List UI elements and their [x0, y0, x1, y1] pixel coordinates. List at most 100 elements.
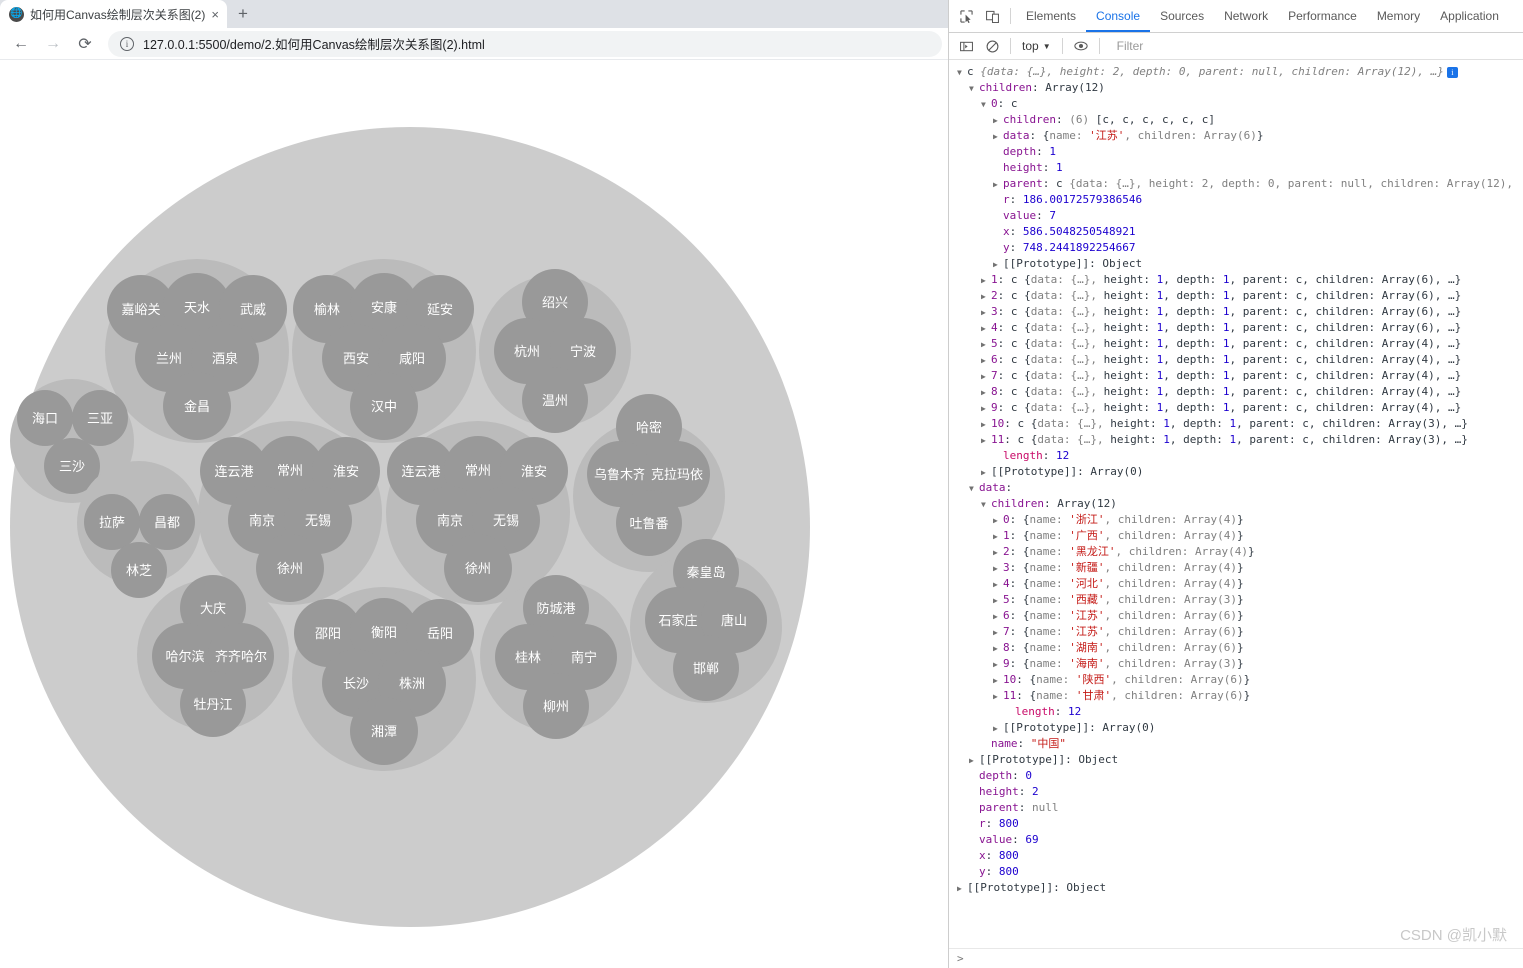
console-line[interactable]: data: {name: '江苏', children: Array(6)}	[949, 128, 1523, 144]
city-circle-柳州[interactable]: 柳州	[523, 673, 589, 739]
expand-triangle-closed-icon[interactable]	[993, 609, 1003, 624]
console-line[interactable]: x: 586.5048250548921	[949, 224, 1523, 240]
console-line[interactable]: value: 69	[949, 832, 1523, 848]
expand-triangle-closed-icon[interactable]	[993, 689, 1003, 704]
city-circle-牡丹江[interactable]: 牡丹江	[180, 671, 246, 737]
tab-memory[interactable]: Memory	[1367, 0, 1430, 32]
console-line[interactable]: y: 800	[949, 864, 1523, 880]
expand-triangle-closed-icon[interactable]	[981, 401, 991, 416]
console-line[interactable]: 8: c {data: {…}, height: 1, depth: 1, pa…	[949, 384, 1523, 400]
device-toolbar-icon[interactable]	[979, 3, 1005, 29]
console-line[interactable]: value: 7	[949, 208, 1523, 224]
expand-triangle-open-icon[interactable]	[981, 497, 991, 512]
expand-triangle-closed-icon[interactable]	[993, 257, 1003, 272]
console-line[interactable]: length: 12	[949, 704, 1523, 720]
console-line[interactable]: parent: null	[949, 800, 1523, 816]
expand-triangle-closed-icon[interactable]	[993, 593, 1003, 608]
expand-triangle-closed-icon[interactable]	[981, 305, 991, 320]
console-line[interactable]: x: 800	[949, 848, 1523, 864]
console-line[interactable]: depth: 0	[949, 768, 1523, 784]
console-line[interactable]: [[Prototype]]: Object	[949, 752, 1523, 768]
console-line[interactable]: [[Prototype]]: Array(0)	[949, 720, 1523, 736]
expand-triangle-open-icon[interactable]	[969, 81, 979, 96]
expand-triangle-closed-icon[interactable]	[957, 881, 967, 896]
console-line[interactable]: r: 186.00172579386546	[949, 192, 1523, 208]
expand-triangle-closed-icon[interactable]	[981, 385, 991, 400]
console-line[interactable]: 9: c {data: {…}, height: 1, depth: 1, pa…	[949, 400, 1523, 416]
city-circle-林芝[interactable]: 林芝	[111, 542, 167, 598]
console-line[interactable]: 8: {name: '湖南', children: Array(6)}	[949, 640, 1523, 656]
tab-network[interactable]: Network	[1214, 0, 1278, 32]
city-circle-海口[interactable]: 海口	[17, 390, 73, 446]
expand-triangle-closed-icon[interactable]	[993, 673, 1003, 688]
inspect-element-icon[interactable]	[953, 3, 979, 29]
console-line[interactable]: 3: {name: '新疆', children: Array(4)}	[949, 560, 1523, 576]
console-line[interactable]: 5: {name: '西藏', children: Array(3)}	[949, 592, 1523, 608]
expand-triangle-closed-icon[interactable]	[981, 337, 991, 352]
expand-triangle-closed-icon[interactable]	[993, 113, 1003, 128]
expand-triangle-closed-icon[interactable]	[981, 465, 991, 480]
console-sidebar-icon[interactable]	[953, 33, 979, 59]
console-line[interactable]: 11: {name: '甘肃', children: Array(6)}	[949, 688, 1523, 704]
console-line[interactable]: 1: {name: '广西', children: Array(4)}	[949, 528, 1523, 544]
console-line[interactable]: height: 2	[949, 784, 1523, 800]
browser-tab[interactable]: 🌐 如何用Canvas绘制层次关系图(2) ×	[0, 0, 227, 28]
expand-triangle-closed-icon[interactable]	[981, 321, 991, 336]
city-circle-湘潭[interactable]: 湘潭	[350, 697, 418, 765]
console-line[interactable]: 4: {name: '河北', children: Array(4)}	[949, 576, 1523, 592]
console-line[interactable]: depth: 1	[949, 144, 1523, 160]
console-line[interactable]: 1: c {data: {…}, height: 1, depth: 1, pa…	[949, 272, 1523, 288]
console-line[interactable]: 10: {name: '陕西', children: Array(6)}	[949, 672, 1523, 688]
console-line[interactable]: 7: {name: '江苏', children: Array(6)}	[949, 624, 1523, 640]
console-line[interactable]: c {data: {…}, height: 2, depth: 0, paren…	[949, 64, 1523, 80]
expand-triangle-closed-icon[interactable]	[981, 289, 991, 304]
tab-performance[interactable]: Performance	[1278, 0, 1367, 32]
expand-triangle-closed-icon[interactable]	[993, 721, 1003, 736]
console-line[interactable]: data:	[949, 480, 1523, 496]
expand-triangle-closed-icon[interactable]	[981, 417, 991, 432]
expand-triangle-closed-icon[interactable]	[993, 513, 1003, 528]
console-line[interactable]: height: 1	[949, 160, 1523, 176]
expand-triangle-closed-icon[interactable]	[993, 129, 1003, 144]
tab-console[interactable]: Console	[1086, 0, 1150, 32]
console-line[interactable]: [[Prototype]]: Object	[949, 256, 1523, 272]
console-line[interactable]: 4: c {data: {…}, height: 1, depth: 1, pa…	[949, 320, 1523, 336]
close-icon[interactable]: ×	[211, 8, 219, 21]
city-circle-汉中[interactable]: 汉中	[350, 372, 418, 440]
console-line[interactable]: 6: c {data: {…}, height: 1, depth: 1, pa…	[949, 352, 1523, 368]
city-circle-邯郸[interactable]: 邯郸	[673, 635, 739, 701]
expand-triangle-closed-icon[interactable]	[993, 529, 1003, 544]
console-line[interactable]: 11: c {data: {…}, height: 1, depth: 1, p…	[949, 432, 1523, 448]
address-bar[interactable]: i 127.0.0.1:5500/demo/2.如何用Canvas绘制层次关系图…	[108, 30, 942, 57]
city-circle-温州[interactable]: 温州	[522, 367, 588, 433]
expand-triangle-closed-icon[interactable]	[981, 433, 991, 448]
city-circle-金昌[interactable]: 金昌	[163, 372, 231, 440]
clear-console-icon[interactable]	[979, 33, 1005, 59]
console-line[interactable]: 10: c {data: {…}, height: 1, depth: 1, p…	[949, 416, 1523, 432]
console-line[interactable]: children: Array(12)	[949, 80, 1523, 96]
city-circle-徐州[interactable]: 徐州	[256, 534, 324, 602]
console-line[interactable]: 6: {name: '江苏', children: Array(6)}	[949, 608, 1523, 624]
tab-elements[interactable]: Elements	[1016, 0, 1086, 32]
console-line[interactable]: children: (6) [c, c, c, c, c, c]	[949, 112, 1523, 128]
console-line[interactable]: 2: {name: '黑龙江', children: Array(4)}	[949, 544, 1523, 560]
console-line[interactable]: parent: c {data: {…}, height: 2, depth: …	[949, 176, 1523, 192]
tab-sources[interactable]: Sources	[1150, 0, 1214, 32]
city-circle-拉萨[interactable]: 拉萨	[84, 494, 140, 550]
console-filter-input[interactable]: Filter	[1105, 39, 1523, 53]
console-line[interactable]: [[Prototype]]: Array(0)	[949, 464, 1523, 480]
console-line[interactable]: r: 800	[949, 816, 1523, 832]
reload-icon[interactable]: ⟳	[70, 30, 100, 58]
city-circle-三亚[interactable]: 三亚	[72, 390, 128, 446]
expand-triangle-closed-icon[interactable]	[993, 177, 1003, 192]
forward-icon[interactable]: →	[38, 30, 68, 58]
city-circle-昌都[interactable]: 昌都	[139, 494, 195, 550]
expand-triangle-closed-icon[interactable]	[993, 545, 1003, 560]
console-line[interactable]: 7: c {data: {…}, height: 1, depth: 1, pa…	[949, 368, 1523, 384]
expand-triangle-open-icon[interactable]	[969, 481, 979, 496]
console-prompt[interactable]: >	[949, 948, 1523, 968]
expand-triangle-closed-icon[interactable]	[981, 273, 991, 288]
console-line[interactable]: 9: {name: '海南', children: Array(3)}	[949, 656, 1523, 672]
console-line[interactable]: 0: c	[949, 96, 1523, 112]
console-line[interactable]: [[Prototype]]: Object	[949, 880, 1523, 896]
